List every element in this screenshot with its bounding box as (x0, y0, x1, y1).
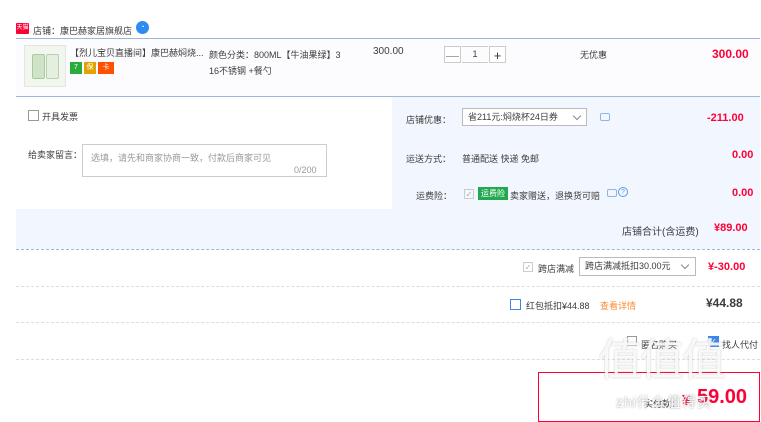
insurance-label: 运费险： (416, 191, 453, 201)
product-title[interactable]: 【烈儿宝贝直播间】康巴赫焖烧... (70, 46, 206, 59)
red-packet-checkbox[interactable] (510, 299, 521, 310)
watermark-domain: zhi什么值得买 (616, 394, 712, 410)
quantity-input[interactable]: 1 (462, 46, 488, 63)
cross-store-select[interactable]: 跨店满减抵扣30.00元 (579, 257, 696, 276)
cross-store-label: 跨店满减 (538, 264, 575, 274)
shop-discount-label: 店铺优惠： (406, 115, 452, 125)
insurance-checkbox[interactable]: ✓ (464, 189, 474, 199)
chevron-down-icon (680, 260, 690, 270)
guarantee-icon[interactable]: 保 (84, 62, 96, 74)
red-packet-label: 红包抵扣¥44.88 (526, 301, 590, 311)
message-char-count: 0/200 (294, 165, 317, 175)
cross-store-checkbox[interactable]: ✓ (523, 262, 533, 272)
store-total-label: 店铺合计(含运费) (622, 227, 699, 238)
quantity-stepper: — 1 + (444, 46, 506, 63)
credit-card-icon[interactable]: 卡 (98, 62, 114, 74)
increase-quantity-button[interactable]: + (489, 46, 506, 63)
item-total: 300.00 (712, 47, 749, 61)
cross-store-value: 跨店满减抵扣30.00元 (585, 261, 671, 271)
item-discount: 无优惠 (580, 50, 608, 60)
watermark-logo: 值值值 (598, 335, 726, 386)
chevron-down-icon (572, 111, 582, 121)
sku-line: 16不锈钢 +餐勺 (209, 66, 272, 76)
shop-discount-value: 省211元:焖烧杯24日券 (468, 112, 558, 122)
help-icon[interactable]: ? (618, 187, 628, 197)
service-badges: 7 保 卡 (70, 62, 114, 74)
comment-icon[interactable] (600, 113, 610, 121)
decrease-quantity-button[interactable]: — (444, 46, 461, 63)
red-packet-row (16, 288, 760, 323)
pay-for-me-label[interactable]: 找人代付 (722, 338, 758, 351)
product-image-shape (46, 54, 59, 79)
unit-price: 300.00 (373, 46, 404, 57)
insurance-description: 卖家赠送，退换货可赔 (510, 191, 601, 201)
insurance-tag: 运费险 (478, 187, 508, 200)
message-label: 给卖家留言： (28, 150, 83, 160)
invoice-checkbox[interactable] (28, 110, 39, 121)
shop-discount-amount: -211.00 (707, 112, 744, 124)
red-packet-amount: ¥44.88 (706, 296, 743, 310)
red-packet-detail-link[interactable]: 查看详情 (600, 299, 636, 312)
store-name[interactable]: 店铺：康巴赫家居旗舰店 (33, 24, 132, 37)
insurance-amount: 0.00 (732, 187, 754, 199)
sku-line: 颜色分类：800ML【牛油果绿】3 (209, 50, 341, 60)
product-thumbnail[interactable] (24, 45, 66, 87)
comment-icon[interactable] (607, 189, 617, 197)
chat-bubble-icon[interactable]: ◔ (136, 21, 149, 34)
store-total-value: ¥89.00 (714, 222, 748, 234)
product-image-shape (32, 54, 45, 79)
shipping-label: 运送方式： (406, 154, 452, 164)
shipping-method: 普通配送 快递 免邮 (462, 154, 540, 164)
invoice-label[interactable]: 开具发票 (42, 110, 78, 123)
shipping-amount: 0.00 (732, 149, 754, 161)
cross-store-amount: ¥-30.00 (708, 261, 746, 273)
message-placeholder: 选填，请先和商家协商一致，付款后商家可见 (91, 153, 272, 163)
tmall-store-tag: 天猫 (16, 23, 29, 34)
shop-discount-select[interactable]: 省211元:焖烧杯24日券 (462, 108, 587, 126)
product-sku: 颜色分类：800ML【牛油果绿】3 16不锈钢 +餐勺 (209, 47, 359, 79)
seven-day-return-icon[interactable]: 7 (70, 62, 82, 74)
